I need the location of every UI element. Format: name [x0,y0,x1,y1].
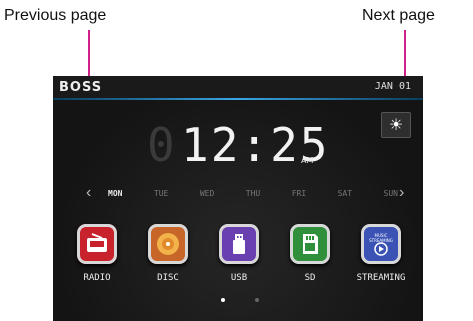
head-unit-screen: BOSS JAN 01 ☀ 0 12:25 AM ‹ › MON TUE WED… [53,76,423,321]
header-glow-divider [53,98,423,100]
disc-label: DISC [157,273,179,283]
status-bar: BOSS JAN 01 [53,76,423,100]
page-indicator [221,298,259,302]
sun-icon: ☀ [388,117,404,134]
day-wed: WED [199,189,215,198]
previous-page-callout: Previous page [4,7,107,24]
weekday-row: MON TUE WED THU FRI SAT SUN [108,189,398,198]
disc-icon [148,224,188,264]
music-streaming-icon: MUSIC STREAMING [361,224,401,264]
day-sat: SAT [337,189,353,198]
streaming-label: STREAMING [356,273,406,283]
sd-label: SD [304,273,316,283]
page-dot-2[interactable] [255,298,259,302]
sd-card-icon [290,224,330,264]
day-tue: TUE [153,189,169,198]
disc-app-button[interactable]: DISC [138,224,198,283]
next-page-arrow[interactable]: › [399,184,404,202]
radio-app-button[interactable]: RADIO [67,224,127,283]
day-sun: SUN [383,189,398,198]
app-launcher: RADIO DISC USB SD MUSIC STREAMING STREAMI… [67,224,417,294]
usb-icon [219,224,259,264]
next-page-callout: Next page [362,7,435,24]
sd-app-button[interactable]: SD [280,224,340,283]
streaming-app-button[interactable]: MUSIC STREAMING STREAMING [351,224,411,283]
radio-icon [77,224,117,264]
clock-ghost-digit: 0 [147,118,175,172]
date-display: JAN 01 [374,81,411,92]
radio-label: RADIO [83,273,111,283]
day-fri: FRI [291,189,307,198]
usb-app-button[interactable]: USB [209,224,269,283]
day-thu: THU [245,189,261,198]
page-dot-1[interactable] [221,298,225,302]
day-mon: MON [108,189,123,198]
usb-label: USB [230,273,248,283]
brightness-button[interactable]: ☀ [381,112,411,138]
clock-ampm: AM [301,156,314,165]
brand-logo: BOSS [59,80,103,95]
previous-page-arrow[interactable]: ‹ [86,184,91,202]
